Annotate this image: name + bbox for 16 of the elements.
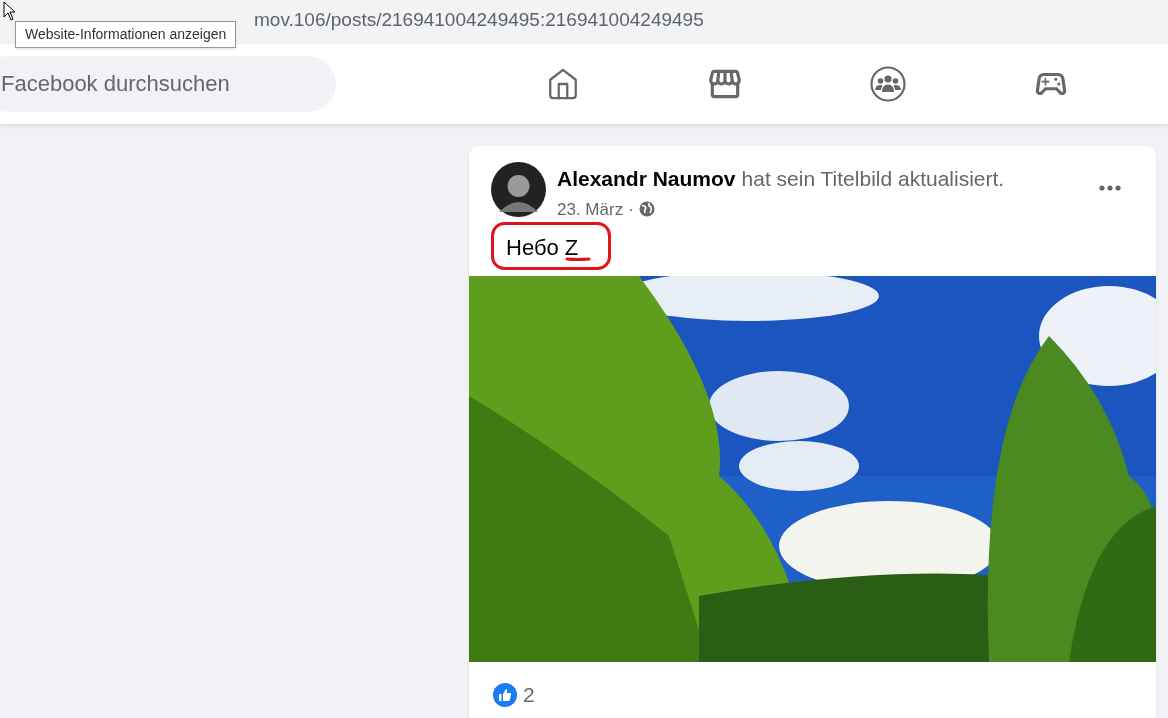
separator-dot: ·: [628, 198, 634, 221]
post-text: Небо Z: [506, 234, 579, 262]
author-name[interactable]: Alexandr Naumov: [557, 163, 736, 195]
groups-icon[interactable]: [870, 66, 906, 102]
home-icon[interactable]: [546, 67, 580, 101]
cursor-icon: [3, 1, 16, 21]
url-text[interactable]: mov.106/posts/216941004249495:216941004249495: [254, 5, 704, 35]
search-field[interactable]: Facebook durchsuchen: [0, 56, 336, 112]
avatar[interactable]: [491, 162, 546, 217]
globe-icon: [638, 201, 655, 218]
tooltip: Website-Informationen anzeigen: [15, 21, 237, 48]
reaction-count[interactable]: 2: [523, 679, 535, 711]
post-date[interactable]: 23. März: [557, 196, 624, 222]
post-action-text: hat sein Titelbild aktualisiert.: [741, 166, 1005, 192]
like-reaction-icon[interactable]: [493, 682, 517, 707]
more-options-icon[interactable]: [1099, 185, 1121, 191]
